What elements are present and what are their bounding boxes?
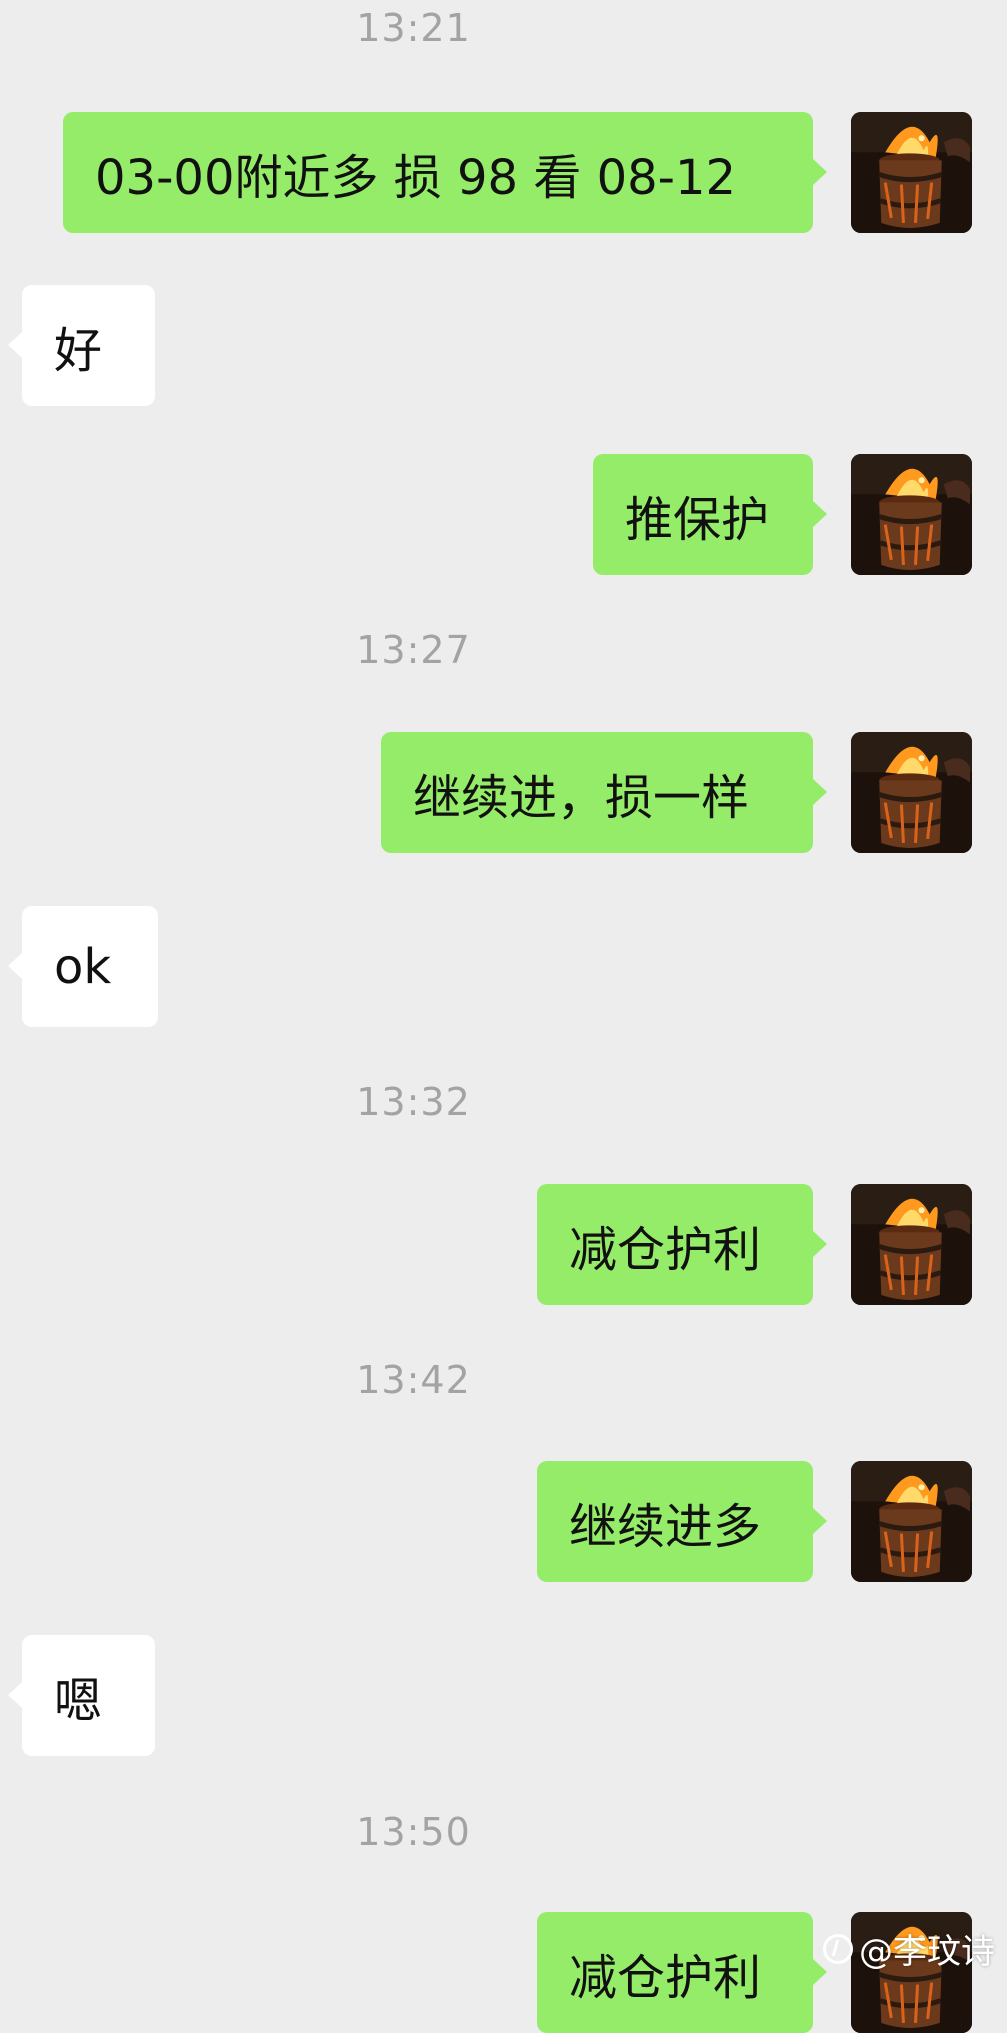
avatar[interactable]	[851, 732, 972, 853]
message-bubble[interactable]: 推保护	[593, 454, 813, 575]
message-bubble[interactable]: 嗯	[22, 1635, 155, 1756]
platform-logo-icon	[823, 1933, 853, 1964]
timestamp: 13:32	[356, 1080, 471, 1124]
bubble-tail	[8, 953, 22, 979]
fire-barrel-avatar-icon	[851, 1184, 972, 1305]
fire-barrel-avatar-icon	[851, 454, 972, 575]
bubble-tail	[813, 779, 827, 805]
watermark-text: @李玟诗	[859, 1932, 995, 1972]
message-bubble[interactable]: 好	[22, 285, 155, 406]
timestamp: 13:21	[356, 6, 471, 50]
message-row-outgoing: 减仓护利	[0, 1184, 1007, 1305]
message-bubble[interactable]: ok	[22, 906, 158, 1027]
message-bubble[interactable]: 继续进，损一样	[381, 732, 813, 853]
message-row-incoming: 嗯	[0, 1635, 1007, 1756]
message-bubble[interactable]: 减仓护利	[537, 1912, 813, 2033]
message-row-incoming: 好	[0, 285, 1007, 406]
fire-barrel-avatar-icon	[851, 732, 972, 853]
bubble-tail	[8, 332, 22, 358]
avatar[interactable]	[851, 454, 972, 575]
message-row-outgoing: 03-00附近多 损 98 看 08-12	[0, 112, 1007, 233]
message-row-outgoing: 推保护	[0, 454, 1007, 575]
watermark: @李玟诗	[823, 1924, 995, 1973]
avatar[interactable]	[851, 1184, 972, 1305]
message-row-outgoing: 继续进，损一样	[0, 732, 1007, 853]
fire-barrel-avatar-icon	[851, 112, 972, 233]
message-bubble[interactable]: 继续进多	[537, 1461, 813, 1582]
message-row-outgoing: 继续进多	[0, 1461, 1007, 1582]
fire-barrel-avatar-icon	[851, 1461, 972, 1582]
timestamp: 13:50	[356, 1810, 471, 1854]
bubble-tail	[813, 1508, 827, 1534]
bubble-tail	[8, 1682, 22, 1708]
chat-thread: 13:21 03-00附近多 损 98 看 08-12 好 推保护 13:27 …	[0, 0, 1007, 2033]
message-row-incoming: ok	[0, 906, 1007, 1027]
avatar[interactable]	[851, 1461, 972, 1582]
timestamp: 13:27	[356, 628, 471, 672]
message-bubble[interactable]: 03-00附近多 损 98 看 08-12	[63, 112, 813, 233]
bubble-tail	[813, 501, 827, 527]
bubble-tail	[813, 159, 827, 185]
avatar[interactable]	[851, 112, 972, 233]
message-bubble[interactable]: 减仓护利	[537, 1184, 813, 1305]
bubble-tail	[813, 1231, 827, 1257]
timestamp: 13:42	[356, 1358, 471, 1402]
